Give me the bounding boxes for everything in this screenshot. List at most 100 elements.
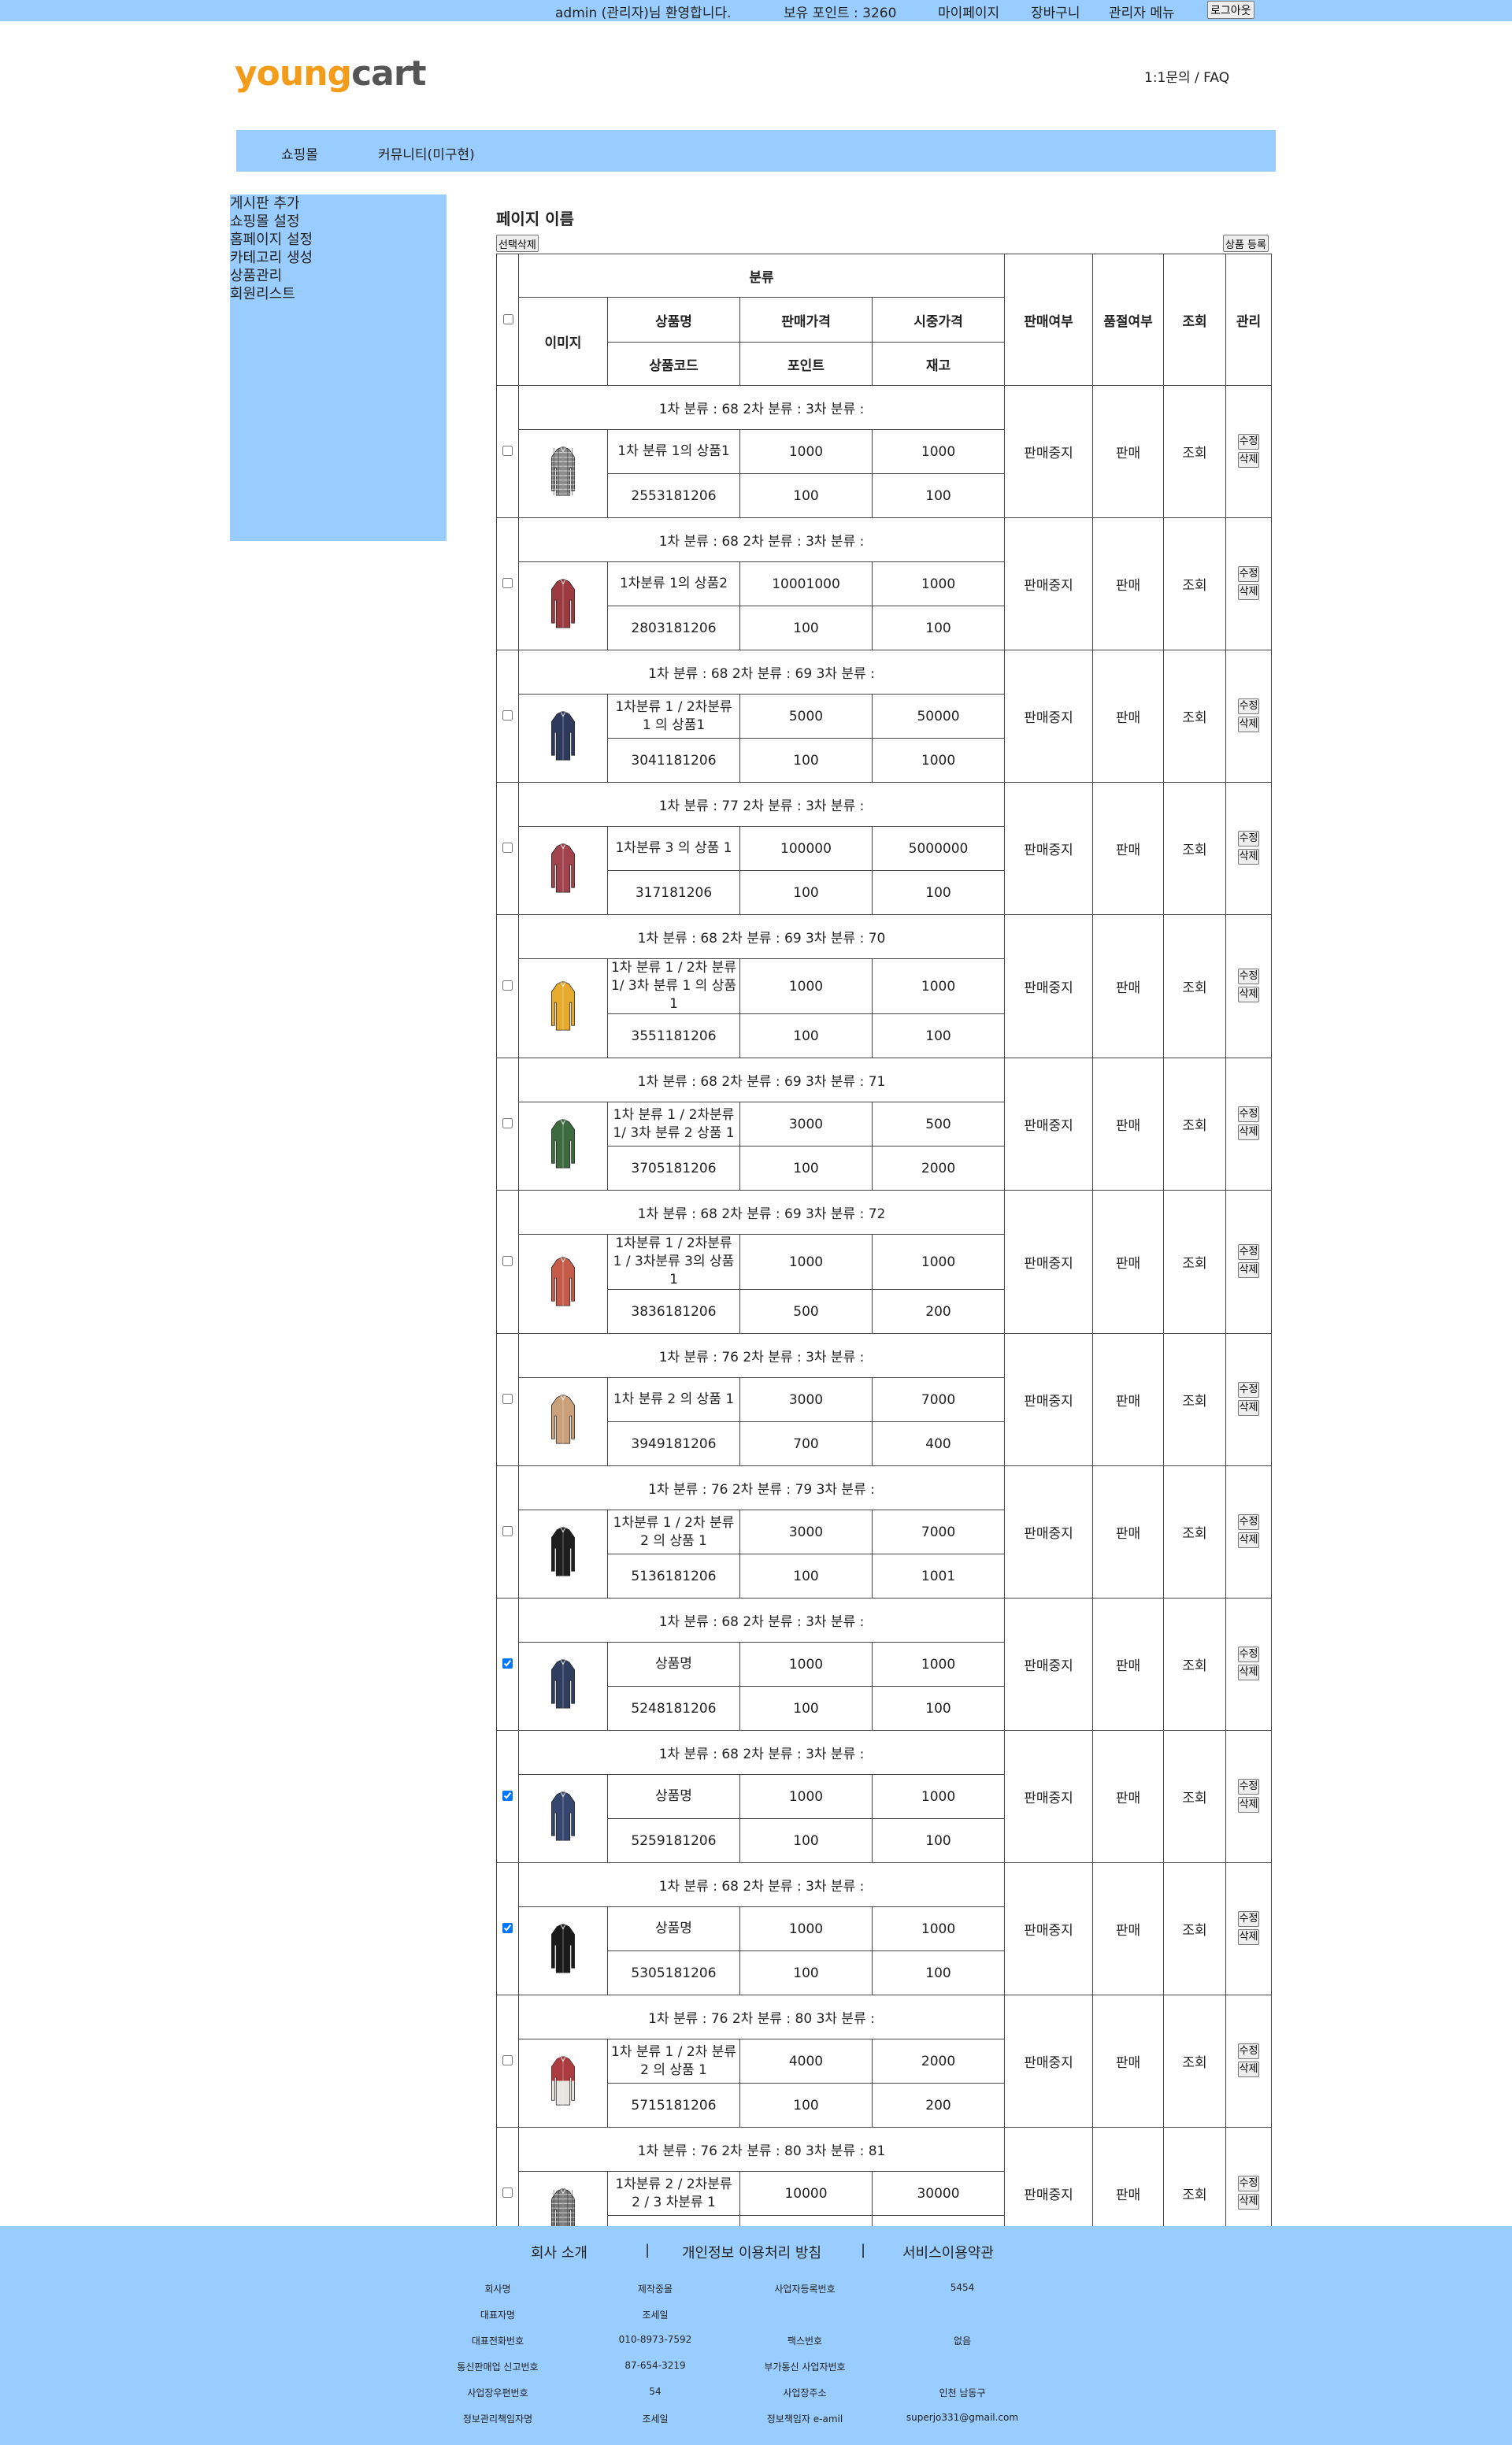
delete-button[interactable]: 삭제 xyxy=(1237,1928,1260,1945)
row-select-checkbox[interactable] xyxy=(502,1658,513,1669)
delete-button[interactable]: 삭제 xyxy=(1237,2193,1260,2210)
delete-selected-button[interactable]: 선택삭제 xyxy=(496,235,539,252)
faq-link[interactable]: 1:1문의 / FAQ xyxy=(1144,66,1229,86)
edit-button[interactable]: 수정 xyxy=(1237,1778,1260,1795)
col-name: 상품명 xyxy=(607,297,740,343)
row-select-checkbox[interactable] xyxy=(502,1117,513,1128)
row-select-checkbox[interactable] xyxy=(502,2054,513,2065)
delete-button[interactable]: 삭제 xyxy=(1237,2061,1260,2077)
row-select-checkbox[interactable] xyxy=(502,980,513,991)
sidebar-item-board-add[interactable]: 게시판 추가 xyxy=(230,194,447,213)
row-select-checkbox[interactable] xyxy=(502,709,513,721)
sidebar-item-shop-settings[interactable]: 쇼핑몰 설정 xyxy=(230,213,447,231)
footer-link-about[interactable]: 회사 소개 xyxy=(531,2242,587,2262)
delete-button[interactable]: 삭제 xyxy=(1237,716,1260,732)
delete-button[interactable]: 삭제 xyxy=(1237,1399,1260,1416)
product-market-price: 2000 xyxy=(871,2039,1006,2084)
logo-part-young: young xyxy=(235,54,352,94)
row-select-checkbox[interactable] xyxy=(502,842,513,853)
product-view-link[interactable]: 조회 xyxy=(1163,385,1227,518)
edit-button[interactable]: 수정 xyxy=(1237,698,1260,714)
product-price: 3000 xyxy=(739,1377,873,1422)
product-soldout-status: 판매 xyxy=(1092,1995,1165,2128)
row-select-checkbox[interactable] xyxy=(502,1525,513,1536)
select-all-checkbox[interactable] xyxy=(502,313,513,324)
product-view-link[interactable]: 조회 xyxy=(1163,782,1227,915)
product-row: 1차 분류 : 68 2차 분류 : 3차 분류 : 판매중지 판매 조회 수정 삭제 xyxy=(496,517,1273,650)
edit-button[interactable]: 수정 xyxy=(1237,565,1260,582)
edit-button[interactable]: 수정 xyxy=(1237,2175,1260,2191)
product-view-link[interactable]: 조회 xyxy=(1163,1598,1227,1731)
product-view-link[interactable]: 조회 xyxy=(1163,1862,1227,1995)
col-category: 분류 xyxy=(517,254,1006,298)
product-image-cell xyxy=(518,1774,608,1863)
product-view-link[interactable]: 조회 xyxy=(1163,1333,1227,1466)
delete-button[interactable]: 삭제 xyxy=(1237,848,1260,865)
sidebar-item-category-create[interactable]: 카테고리 생성 xyxy=(230,249,447,267)
delete-button[interactable]: 삭제 xyxy=(1237,986,1260,1002)
logo[interactable]: youngcart xyxy=(235,54,427,94)
shirt-image xyxy=(551,1395,575,1444)
cart-link[interactable]: 장바구니 xyxy=(1031,2,1080,21)
delete-button[interactable]: 삭제 xyxy=(1237,1664,1260,1680)
edit-button[interactable]: 수정 xyxy=(1237,1106,1260,1122)
admin-sidebar: 게시판 추가 쇼핑몰 설정 홈페이지 설정 카테고리 생성 상품관리 회원리스트 xyxy=(230,194,447,541)
product-view-link[interactable]: 조회 xyxy=(1163,1190,1227,1334)
row-select-checkbox[interactable] xyxy=(502,1393,513,1404)
delete-button[interactable]: 삭제 xyxy=(1237,451,1260,468)
admin-menu-link[interactable]: 관리자 메뉴 xyxy=(1109,2,1175,21)
edit-button[interactable]: 수정 xyxy=(1237,830,1260,846)
product-image-cell xyxy=(518,561,608,650)
footer-info-label: 회사명 xyxy=(484,2284,511,2295)
footer-info-value: 제작중몰 xyxy=(637,2284,673,2295)
edit-button[interactable]: 수정 xyxy=(1237,1381,1260,1398)
product-view-link[interactable]: 조회 xyxy=(1163,914,1227,1058)
col-code: 상품코드 xyxy=(607,342,740,386)
edit-button[interactable]: 수정 xyxy=(1237,2043,1260,2059)
product-code: 3041181206 xyxy=(607,738,740,783)
sidebar-item-member-list[interactable]: 회원리스트 xyxy=(230,285,447,303)
edit-button[interactable]: 수정 xyxy=(1237,1513,1260,1530)
row-select-checkbox[interactable] xyxy=(502,577,513,588)
delete-button[interactable]: 삭제 xyxy=(1237,1796,1260,1813)
edit-button[interactable]: 수정 xyxy=(1237,1243,1260,1260)
product-name-text: 1차분류 1 / 2차 분류 2 의 상품 1 xyxy=(613,1514,735,1549)
footer-link-terms[interactable]: 서비스이용약관 xyxy=(902,2242,994,2262)
sidebar-item-homepage-settings[interactable]: 홈페이지 설정 xyxy=(230,231,447,249)
mypage-link[interactable]: 마이페이지 xyxy=(938,2,999,21)
edit-button[interactable]: 수정 xyxy=(1237,968,1260,984)
product-view-link[interactable]: 조회 xyxy=(1163,1058,1227,1191)
delete-button[interactable]: 삭제 xyxy=(1237,1261,1260,1278)
product-view-link[interactable]: 조회 xyxy=(1163,650,1227,783)
product-sale-status: 판매중지 xyxy=(1004,385,1094,518)
nav-community[interactable]: 커뮤니티(미구현) xyxy=(378,143,475,163)
delete-button[interactable]: 삭제 xyxy=(1237,1532,1260,1548)
nav-shop[interactable]: 쇼핑몰 xyxy=(281,143,318,163)
footer-link-privacy[interactable]: 개인정보 이용처리 방침 xyxy=(682,2242,821,2262)
edit-button[interactable]: 수정 xyxy=(1237,1910,1260,1927)
product-name: 1차 분류 1 / 2차 분류 2 의 상품 1 xyxy=(607,2039,740,2084)
product-price: 5000 xyxy=(739,694,873,739)
delete-button[interactable]: 삭제 xyxy=(1237,583,1260,600)
product-view-link[interactable]: 조회 xyxy=(1163,517,1227,650)
row-select-checkbox[interactable] xyxy=(502,1255,513,1266)
logout-button[interactable]: 로그아웃 xyxy=(1207,1,1254,19)
delete-button[interactable]: 삭제 xyxy=(1237,1124,1260,1140)
row-select-checkbox[interactable] xyxy=(502,445,513,456)
product-sale-status: 판매중지 xyxy=(1004,650,1094,783)
product-image-cell xyxy=(518,1510,608,1599)
product-price: 1000 xyxy=(739,1906,873,1951)
product-name: 1차분류 2 / 2차분류 2 / 3 차분류 1 xyxy=(607,2171,740,2216)
product-view-link[interactable]: 조회 xyxy=(1163,1995,1227,2128)
sidebar-item-product-manage[interactable]: 상품관리 xyxy=(230,267,447,285)
edit-button[interactable]: 수정 xyxy=(1237,433,1260,450)
product-manage-cell: 수정삭제 xyxy=(1225,782,1273,915)
row-select-checkbox[interactable] xyxy=(502,1922,513,1933)
row-select-checkbox[interactable] xyxy=(502,2187,513,2198)
row-select-checkbox[interactable] xyxy=(502,1790,513,1801)
product-row: 1차 분류 : 68 2차 분류 : 3차 분류 : 판매중지 판매 조회 수정 삭제 xyxy=(496,385,1273,518)
edit-button[interactable]: 수정 xyxy=(1237,1646,1260,1662)
register-product-button[interactable]: 상품 등록 xyxy=(1223,235,1269,252)
product-view-link[interactable]: 조회 xyxy=(1163,1730,1227,1863)
product-view-link[interactable]: 조회 xyxy=(1163,1465,1227,1599)
